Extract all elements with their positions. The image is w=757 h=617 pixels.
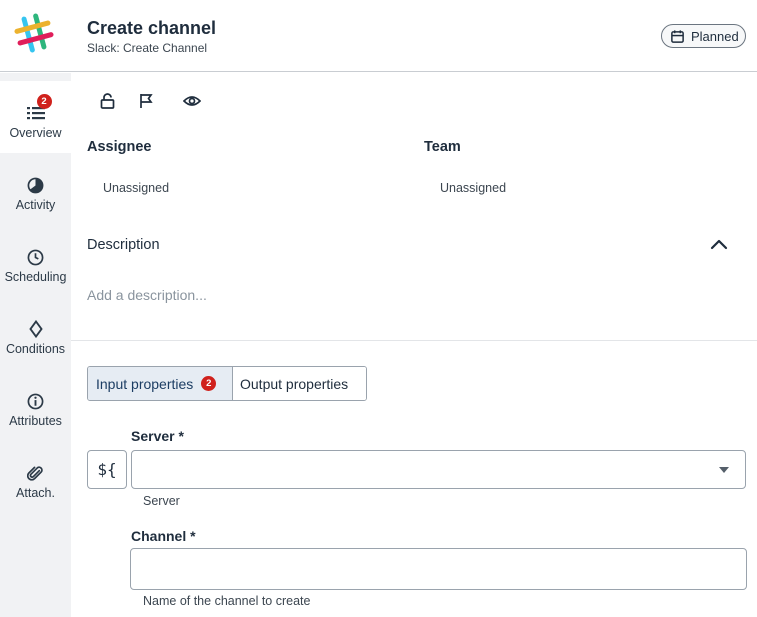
diamond-icon — [28, 320, 43, 338]
flag-icon — [139, 94, 153, 108]
pie-icon — [27, 177, 44, 193]
status-label: Planned — [691, 28, 739, 44]
tab-input-properties[interactable]: Input properties 2 — [88, 367, 233, 400]
properties-tabs: Input properties 2 Output properties — [87, 366, 367, 401]
calendar-icon — [671, 29, 684, 43]
required-marker: * — [190, 528, 196, 544]
overview-badge: 2 — [36, 94, 52, 109]
channel-label: Channel * — [131, 528, 196, 544]
page-subtitle: Slack: Create Channel — [87, 41, 208, 55]
sidebar-item-overview[interactable]: 2 Overview — [0, 81, 71, 153]
info-icon — [27, 393, 44, 409]
sidebar-item-label: Conditions — [5, 342, 66, 356]
assignee-label: Assignee — [87, 139, 152, 155]
sidebar-item-attachments[interactable]: Attach. — [0, 441, 71, 513]
sidebar-item-label: Overview — [9, 126, 62, 140]
caret-down-icon — [719, 467, 729, 473]
server-label: Server * — [131, 428, 184, 444]
chevron-up-icon[interactable] — [709, 236, 729, 252]
sidebar-item-scheduling[interactable]: Scheduling — [0, 225, 71, 297]
team-label: Team — [424, 139, 461, 155]
sidebar-item-activity[interactable]: Activity — [0, 153, 71, 225]
input-properties-badge: 2 — [201, 376, 217, 391]
sidebar-item-label: Activity — [15, 198, 56, 212]
tab-label: Output properties — [240, 375, 349, 392]
assignee-value[interactable]: Unassigned — [103, 181, 169, 195]
slack-logo — [14, 13, 54, 53]
paperclip-icon — [27, 465, 43, 481]
page-title: Create channel — [87, 18, 217, 38]
lock-icon — [100, 93, 114, 109]
tab-output-properties[interactable]: Output properties — [233, 367, 366, 400]
divider — [71, 340, 757, 341]
flag-button[interactable] — [137, 92, 155, 110]
eye-icon — [183, 96, 201, 106]
server-select[interactable] — [131, 450, 746, 489]
lock-button[interactable] — [98, 92, 116, 110]
tab-label: Input properties — [96, 375, 194, 392]
channel-input[interactable] — [130, 548, 747, 590]
status-badge[interactable]: Planned — [661, 24, 746, 48]
sidebar-item-label: Attributes — [9, 414, 62, 428]
sidebar-item-attributes[interactable]: Attributes — [0, 369, 71, 441]
description-title: Description — [87, 237, 160, 253]
server-help-text: Server — [143, 494, 180, 508]
channel-label-text: Channel — [131, 528, 187, 544]
header: Create channel Slack: Create Channel Pla… — [0, 0, 757, 72]
sidebar-item-label: Scheduling — [4, 270, 67, 284]
team-value[interactable]: Unassigned — [440, 181, 506, 195]
required-marker: * — [178, 428, 184, 444]
clock-icon — [27, 249, 44, 265]
description-input[interactable]: Add a description... — [87, 287, 207, 303]
sidebar: 2 Overview Activity Scheduling Condition… — [0, 73, 71, 617]
channel-help-text: Name of the channel to create — [143, 594, 311, 608]
server-label-text: Server — [131, 428, 175, 444]
sidebar-item-label: Attach. — [16, 486, 55, 500]
watch-button[interactable] — [183, 92, 201, 110]
sidebar-item-conditions[interactable]: Conditions — [0, 297, 71, 369]
expression-toggle-button[interactable]: ${ — [87, 450, 127, 489]
